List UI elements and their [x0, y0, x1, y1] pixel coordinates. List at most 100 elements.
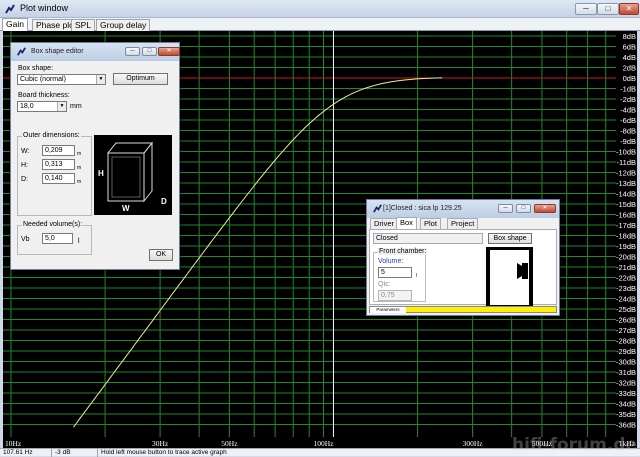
ok-button[interactable]: OK	[149, 249, 173, 261]
enclosure-preview	[486, 247, 533, 307]
db-tick-label: -1dB	[620, 85, 636, 94]
h-unit: m	[77, 165, 82, 171]
vb-label: Vb	[21, 236, 30, 243]
plot-tabs: Gain Phase plot SPL Group delay	[0, 18, 640, 31]
needed-volume-label: Needed volume(s):	[22, 221, 84, 228]
db-tick-label: -31dB	[616, 368, 636, 377]
maximize-button[interactable]: □	[597, 3, 619, 15]
outer-dimensions-group: Outer dimensions: W: 0,209 m H: 0,313 m …	[17, 132, 92, 216]
d-label: D:	[21, 176, 28, 183]
db-tick-label: -32dB	[616, 379, 636, 388]
db-tick-label: -33dB	[616, 389, 636, 398]
db-tick-label: -27dB	[616, 326, 636, 335]
box-shape-select[interactable]: Cubic (normal) ▼	[17, 74, 106, 85]
maximize-button[interactable]: □	[516, 204, 531, 213]
parameters-label: Parameters	[370, 307, 406, 313]
db-tick-label: 4dB	[623, 53, 636, 62]
chevron-down-icon: ▼	[96, 75, 105, 84]
parameters-bar[interactable]: Parameters	[369, 306, 557, 313]
dialog-title-bar[interactable]: [1]Closed : sica lp 129.25 ─ □ ✕	[367, 200, 559, 218]
frequency-tick-label: 100Hz	[314, 439, 335, 448]
db-tick-label: -24dB	[616, 295, 636, 304]
minimize-button[interactable]: ─	[498, 204, 513, 213]
app-icon	[17, 47, 26, 56]
close-button[interactable]: ✕	[619, 3, 639, 15]
box-diagram: H W D	[94, 135, 172, 215]
chevron-down-icon: ▼	[57, 102, 66, 111]
box-shape-label: Box shape:	[18, 65, 54, 72]
db-tick-label: -6dB	[620, 116, 636, 125]
minimize-button[interactable]: ─	[575, 3, 597, 15]
db-tick-label: -16dB	[616, 211, 636, 220]
minimize-button[interactable]: ─	[125, 47, 140, 56]
dialog-title-bar[interactable]: Box shape editor ─ □ ✕	[11, 43, 180, 61]
tab-project[interactable]: Project	[447, 218, 479, 229]
db-tick-label: -8dB	[620, 127, 636, 136]
db-tick-label: 6dB	[623, 43, 636, 52]
diagram-d-label: D	[161, 197, 167, 206]
db-tick-label: -19dB	[616, 242, 636, 251]
db-tick-label: -36dB	[616, 421, 636, 430]
db-tick-label: -10dB	[616, 148, 636, 157]
close-button[interactable]: ✕	[534, 204, 556, 213]
tab-spl[interactable]: SPL	[71, 19, 96, 31]
speaker-in-box-icon	[490, 250, 529, 305]
qtc-input: 0,75	[378, 290, 412, 301]
board-thickness-value: 18,0	[20, 103, 34, 110]
d-unit: m	[77, 179, 82, 185]
vb-input[interactable]: 5,0	[42, 233, 73, 244]
depth-input[interactable]: 0,140	[42, 173, 75, 184]
board-unit: mm	[70, 103, 82, 110]
close-button[interactable]: ✕	[158, 47, 180, 56]
db-tick-label: -21dB	[616, 263, 636, 272]
tab-group-delay[interactable]: Group delay	[96, 19, 151, 31]
volume-input[interactable]: 5	[378, 267, 412, 278]
tab-driver[interactable]: Driver	[370, 218, 398, 229]
box-shape-value: Cubic (normal)	[20, 76, 66, 83]
title-bar[interactable]: Plot window ─ □ ✕	[0, 0, 640, 18]
dialog-title: Box shape editor	[31, 48, 84, 55]
box-type-field[interactable]: Closed	[373, 233, 483, 244]
db-tick-label: -30dB	[616, 358, 636, 367]
app-icon	[5, 4, 15, 14]
frequency-tick-label: 50Hz	[221, 439, 238, 448]
box-shape-button[interactable]: Box shape	[488, 233, 532, 244]
volume-label: Volume:	[378, 258, 404, 265]
h-label: H:	[21, 162, 28, 169]
db-tick-label: -4dB	[620, 106, 636, 115]
db-tick-label: -20dB	[616, 253, 636, 262]
maximize-button[interactable]: □	[142, 47, 157, 56]
board-thickness-label: Board thickness:	[18, 92, 70, 99]
db-tick-label: 0dB	[623, 74, 636, 83]
db-tick-label: 8dB	[623, 32, 636, 41]
tab-plot[interactable]: Plot	[420, 218, 441, 229]
frequency-tick-label: 30Hz	[152, 439, 169, 448]
box-tab-panel: Closed Box shape Front chamber: Volume: …	[369, 229, 557, 307]
height-input[interactable]: 0,313	[42, 159, 75, 170]
db-tick-label: -23dB	[616, 284, 636, 293]
vb-unit: l	[78, 238, 80, 245]
db-tick-label: -26dB	[616, 316, 636, 325]
tab-box[interactable]: Box	[396, 217, 417, 229]
dialog-title: [1]Closed : sica lp 129.25	[383, 205, 462, 212]
db-tick-label: -15dB	[616, 200, 636, 209]
db-tick-label: -11dB	[617, 158, 636, 167]
w-label: W:	[21, 148, 30, 155]
watermark: hifi-forum.de	[512, 435, 638, 455]
db-tick-label: -28dB	[616, 337, 636, 346]
front-chamber-label: Front chamber:	[378, 248, 428, 255]
window-title: Plot window	[20, 3, 69, 13]
width-input[interactable]: 0,209	[42, 145, 75, 156]
db-tick-label: -29dB	[616, 347, 636, 356]
box-shape-editor-dialog: Box shape editor ─ □ ✕ Box shape: Cubic …	[10, 42, 180, 270]
db-tick-label: -18dB	[616, 232, 636, 241]
volume-unit: l	[416, 273, 418, 279]
db-tick-label: -2dB	[620, 95, 636, 104]
frequency-tick-label: 10Hz	[5, 439, 22, 448]
tab-gain[interactable]: Gain	[2, 18, 28, 31]
board-thickness-select[interactable]: 18,0 ▼	[17, 101, 67, 112]
db-tick-label: 2dB	[623, 64, 636, 73]
outer-dimensions-label: Outer dimensions:	[22, 132, 81, 139]
optimum-button[interactable]: Optimum	[113, 73, 168, 85]
db-tick-label: -34dB	[616, 400, 636, 409]
